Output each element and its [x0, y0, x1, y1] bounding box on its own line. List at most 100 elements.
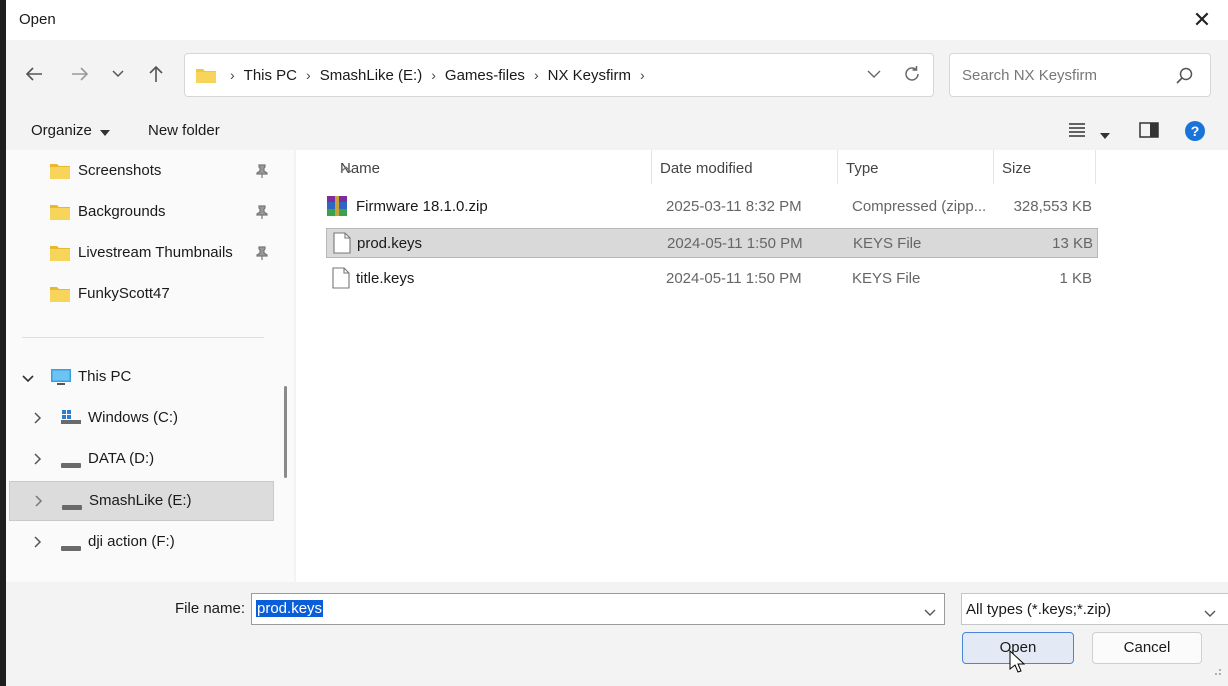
column-header-type[interactable]: Type	[838, 150, 992, 184]
up-arrow-icon[interactable]	[144, 62, 168, 86]
chevron-right-icon[interactable]	[34, 535, 42, 552]
sidebar-item-smashlike-e[interactable]: SmashLike (E:)	[9, 481, 274, 521]
sidebar-item-screenshots[interactable]: Screenshots	[6, 151, 274, 191]
column-header-label: Date modified	[660, 160, 753, 177]
file-size: 328,553 KB	[1013, 198, 1092, 215]
sidebar-item-label: DATA (D:)	[88, 450, 155, 467]
file-type: Compressed (zipp...	[852, 198, 987, 215]
folder-icon	[50, 244, 70, 265]
pin-icon	[256, 164, 268, 182]
breadcrumb-separator-icon[interactable]: ›	[426, 67, 441, 83]
search-icon[interactable]	[1176, 67, 1194, 89]
column-header-name[interactable]: Name	[332, 150, 650, 184]
file-icon	[332, 267, 350, 293]
file-name: prod.keys	[357, 235, 423, 252]
column-header-label: Type	[846, 160, 879, 177]
breadcrumb-separator-icon[interactable]: ›	[635, 67, 650, 83]
file-name-input[interactable]: prod.keys	[256, 600, 324, 617]
sidebar-item-data-d[interactable]: DATA (D:)	[6, 439, 274, 479]
chevron-down-icon[interactable]	[22, 370, 34, 387]
search-box[interactable]: Search NX Keysfirm	[949, 53, 1211, 97]
organize-label: Organize	[31, 122, 92, 139]
sidebar-item-windows-c[interactable]: Windows (C:)	[6, 398, 274, 438]
resize-grip-icon[interactable]	[1212, 663, 1222, 680]
caret-down-icon[interactable]	[1100, 126, 1110, 143]
drive-icon	[60, 539, 82, 556]
file-type: KEYS File	[853, 235, 922, 252]
sidebar-item-dji-action-f[interactable]: dji action (F:)	[6, 522, 274, 562]
file-date: 2024-05-11 1:50 PM	[667, 235, 803, 252]
breadcrumb-smashlike[interactable]: SmashLike (E:)	[316, 67, 427, 84]
dialog-title: Open	[19, 11, 56, 28]
file-list: Name Date modified Type Size Firmware 18…	[296, 150, 1228, 582]
chevron-down-icon[interactable]	[1204, 605, 1216, 622]
breadcrumb-this-pc[interactable]: This PC	[240, 67, 301, 84]
forward-arrow-icon[interactable]	[68, 62, 92, 86]
search-input[interactable]: Search NX Keysfirm	[962, 67, 1097, 84]
breadcrumb-games-files[interactable]: Games-files	[441, 67, 529, 84]
navigation-pane: Screenshots Backgrounds Livestream Thumb…	[6, 150, 294, 582]
sidebar-item-funkyscott47[interactable]: FunkyScott47	[6, 274, 274, 314]
file-type: KEYS File	[852, 270, 921, 287]
file-name-field[interactable]: prod.keys	[251, 593, 945, 625]
recent-locations-chevron-icon[interactable]	[106, 62, 130, 86]
breadcrumb-separator-icon[interactable]: ›	[301, 67, 316, 83]
sidebar-item-label: Screenshots	[78, 162, 162, 179]
breadcrumb-nx-keysfirm[interactable]: NX Keysfirm	[544, 67, 635, 84]
breadcrumb: › This PC › SmashLike (E:) › Games-files…	[225, 54, 650, 96]
close-icon[interactable]: ✕	[1188, 6, 1216, 34]
chevron-right-icon[interactable]	[34, 411, 42, 428]
column-header-date[interactable]: Date modified	[652, 150, 836, 184]
chevron-right-icon[interactable]	[35, 494, 43, 511]
breadcrumb-separator-icon[interactable]: ›	[225, 67, 240, 83]
file-name: Firmware 18.1.0.zip	[356, 198, 488, 215]
sidebar-item-label: FunkyScott47	[78, 285, 170, 302]
refresh-icon[interactable]	[903, 65, 921, 87]
chevron-right-icon[interactable]	[34, 452, 42, 469]
address-bar[interactable]: › This PC › SmashLike (E:) › Games-files…	[184, 53, 934, 97]
sidebar-scrollbar[interactable]	[284, 386, 287, 478]
open-file-dialog: Open ✕ › This PC › SmashLike (E:) › Game…	[6, 0, 1228, 686]
file-icon	[333, 232, 351, 258]
file-type-value: All types (*.keys;*.zip)	[966, 601, 1112, 618]
sidebar-item-label: This PC	[78, 368, 132, 385]
column-divider[interactable]	[1095, 150, 1096, 184]
pin-icon	[256, 205, 268, 223]
drive-icon	[61, 498, 83, 515]
file-size: 13 KB	[1052, 235, 1093, 252]
sidebar-item-livestream-thumbnails[interactable]: Livestream Thumbnails	[6, 233, 274, 273]
folder-icon	[50, 203, 70, 224]
sidebar-item-backgrounds[interactable]: Backgrounds	[6, 192, 274, 232]
address-history-chevron-icon[interactable]	[867, 66, 881, 83]
file-row[interactable]: Firmware 18.1.0.zip 2025-03-11 8:32 PM C…	[320, 192, 1092, 222]
svg-text:?: ?	[1191, 123, 1200, 139]
file-type-select[interactable]: All types (*.keys;*.zip)	[961, 593, 1228, 625]
folder-icon	[195, 66, 217, 88]
command-bar: Organize New folder ?	[6, 110, 1228, 150]
windows-drive-icon	[60, 409, 82, 429]
view-options-icon[interactable]	[1068, 122, 1086, 142]
help-icon[interactable]: ?	[1184, 120, 1206, 146]
breadcrumb-separator-icon[interactable]: ›	[529, 67, 544, 83]
folder-icon	[50, 285, 70, 306]
sidebar-item-label: SmashLike (E:)	[89, 492, 192, 509]
new-folder-button[interactable]: New folder	[148, 122, 220, 139]
sidebar-item-label: Backgrounds	[78, 203, 166, 220]
mouse-cursor-icon	[1009, 649, 1026, 678]
cancel-button[interactable]: Cancel	[1092, 632, 1202, 664]
title-bar: Open ✕	[6, 0, 1228, 40]
folder-icon	[50, 162, 70, 183]
sidebar-item-this-pc[interactable]: This PC	[6, 357, 274, 397]
file-name: title.keys	[356, 270, 415, 287]
file-row[interactable]: title.keys 2024-05-11 1:50 PM KEYS File …	[320, 264, 1092, 294]
navigation-bar: › This PC › SmashLike (E:) › Games-files…	[6, 40, 1228, 110]
pin-icon	[256, 246, 268, 264]
column-header-size[interactable]: Size	[994, 150, 1094, 184]
chevron-down-icon[interactable]	[924, 604, 936, 621]
drive-icon	[60, 456, 82, 473]
back-arrow-icon[interactable]	[22, 62, 46, 86]
file-row[interactable]: prod.keys 2024-05-11 1:50 PM KEYS File 1…	[326, 228, 1098, 258]
sidebar-divider	[22, 337, 264, 338]
organize-button[interactable]: Organize	[31, 122, 110, 140]
preview-pane-icon[interactable]	[1139, 122, 1159, 142]
